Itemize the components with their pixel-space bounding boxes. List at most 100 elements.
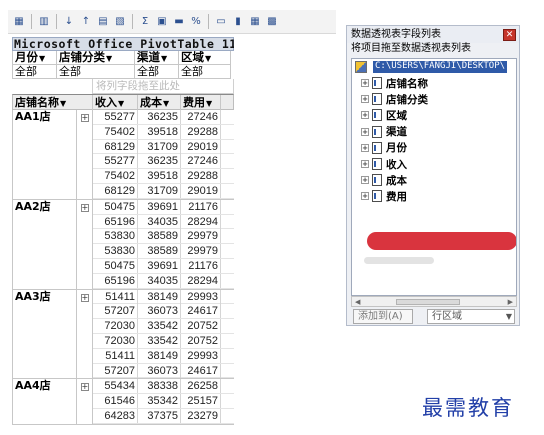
expand-icon[interactable]: + — [361, 79, 369, 87]
chevron-down-icon[interactable]: ▼ — [118, 99, 124, 108]
value-cell[interactable]: 38589 — [138, 229, 181, 244]
chevron-down-icon[interactable]: ▼ — [206, 99, 212, 108]
value-cell[interactable]: 61546 — [93, 394, 138, 409]
value-cell[interactable]: 36073 — [138, 363, 181, 378]
chart-wizard-icon[interactable]: ▥ — [36, 14, 52, 30]
value-cell[interactable]: 38589 — [138, 244, 181, 259]
expand-icon[interactable]: + — [361, 160, 369, 168]
expand-icon[interactable]: + — [80, 383, 89, 392]
value-cell[interactable]: 51411 — [93, 348, 138, 363]
value-cell[interactable]: 29288 — [181, 124, 221, 139]
value-cell[interactable]: 21176 — [181, 199, 221, 214]
refresh-icon[interactable]: Σ — [137, 14, 153, 30]
value-cell[interactable]: 53830 — [93, 244, 138, 259]
row-field-header[interactable]: 店铺名称▼ — [13, 95, 93, 111]
value-cell[interactable]: 57207 — [93, 304, 138, 319]
expand-icon[interactable]: + — [361, 95, 369, 104]
field-item[interactable]: + 区域 — [361, 108, 407, 122]
store-name[interactable]: AA2店 — [13, 199, 77, 289]
horizontal-scrollbar[interactable]: ◀ ▶ — [351, 296, 517, 307]
chevron-down-icon[interactable]: ▼ — [205, 54, 211, 63]
value-cell[interactable]: 20752 — [181, 333, 221, 348]
field-item[interactable]: + 收入 — [361, 157, 407, 171]
table-options-icon[interactable]: ▦ — [247, 14, 263, 30]
value-cell[interactable]: 27246 — [181, 110, 221, 124]
value-cell[interactable]: 36073 — [138, 304, 181, 319]
scroll-right-icon[interactable]: ▶ — [508, 298, 513, 306]
value-cell[interactable]: 38149 — [138, 289, 181, 304]
value-cell[interactable]: 50475 — [93, 199, 138, 214]
value-cell[interactable]: 51411 — [93, 289, 138, 304]
column-field-dropzone[interactable]: 将列字段拖至此处 — [92, 79, 234, 94]
value-cell[interactable]: 29288 — [181, 169, 221, 184]
store-name[interactable]: AA1店 — [13, 110, 77, 199]
data-header-expense[interactable]: 费用▼ — [181, 95, 221, 111]
value-cell[interactable]: 33542 — [138, 319, 181, 334]
expand-icon[interactable]: + — [361, 111, 369, 120]
chevron-down-icon[interactable]: ▼ — [506, 310, 512, 323]
value-cell[interactable]: 27246 — [181, 154, 221, 169]
expand-icon[interactable]: + — [361, 176, 369, 185]
chevron-down-icon[interactable]: ▼ — [106, 54, 112, 63]
value-cell[interactable]: 64283 — [93, 408, 138, 423]
value-cell[interactable]: 75402 — [93, 169, 138, 184]
store-name[interactable]: AA3店 — [13, 289, 77, 379]
value-cell[interactable]: 53830 — [93, 229, 138, 244]
value-cell[interactable]: 39518 — [138, 124, 181, 139]
percent-icon[interactable]: % — [188, 14, 204, 30]
field-item[interactable]: + 费用 — [361, 189, 407, 203]
value-cell[interactable]: 72030 — [93, 333, 138, 348]
data-header-cost[interactable]: 成本▼ — [138, 95, 181, 111]
value-cell[interactable]: 50475 — [93, 258, 138, 273]
chevron-down-icon[interactable]: ▼ — [60, 99, 66, 108]
value-cell[interactable]: 55277 — [93, 154, 138, 169]
value-cell[interactable]: 55434 — [93, 379, 138, 394]
sort-descending-icon[interactable]: ↑ — [78, 14, 94, 30]
value-cell[interactable]: 68129 — [93, 139, 138, 154]
pivot-toolbar-icon[interactable]: ▩ — [264, 14, 280, 30]
value-cell[interactable]: 24617 — [181, 304, 221, 319]
show-fields-icon[interactable]: ▮ — [230, 14, 246, 30]
value-cell[interactable]: 29019 — [181, 183, 221, 198]
value-cell[interactable]: 37375 — [138, 408, 181, 423]
chevron-down-icon[interactable]: ▼ — [163, 99, 169, 108]
expand-icon[interactable]: + — [80, 114, 89, 122]
value-cell[interactable]: 55277 — [93, 110, 138, 124]
expand-icon[interactable]: + — [361, 127, 369, 136]
field-item[interactable]: + 店铺名称 — [361, 76, 428, 90]
store-name[interactable]: AA4店 — [13, 379, 77, 424]
value-cell[interactable]: 75402 — [93, 124, 138, 139]
field-item[interactable]: + 店铺分类 — [361, 92, 428, 106]
value-cell[interactable]: 35342 — [138, 394, 181, 409]
value-cell[interactable]: 57207 — [93, 363, 138, 378]
value-cell[interactable]: 28294 — [181, 214, 221, 229]
value-cell[interactable]: 39691 — [138, 258, 181, 273]
value-cell[interactable]: 24617 — [181, 363, 221, 378]
hide-fields-icon[interactable]: ▭ — [213, 14, 229, 30]
page-field-region[interactable]: 区域▼ — [179, 51, 231, 65]
value-cell[interactable]: 20752 — [181, 319, 221, 334]
format-report-icon[interactable]: ▦ — [11, 14, 27, 30]
page-field-month[interactable]: 月份▼ — [13, 51, 57, 65]
chevron-down-icon[interactable]: ▼ — [161, 54, 167, 63]
value-cell[interactable]: 21176 — [181, 258, 221, 273]
value-cell[interactable]: 65196 — [93, 214, 138, 229]
hide-detail-icon[interactable]: ▤ — [95, 14, 111, 30]
value-cell[interactable]: 29993 — [181, 348, 221, 363]
field-item[interactable]: + 成本 — [361, 173, 407, 187]
value-cell[interactable]: 36235 — [138, 110, 181, 124]
chevron-down-icon[interactable]: ▼ — [39, 54, 45, 63]
page-field-store-category[interactable]: 店铺分类▼ — [57, 51, 135, 65]
sort-ascending-icon[interactable]: ↓ — [61, 14, 77, 30]
value-cell[interactable]: 29979 — [181, 229, 221, 244]
value-cell[interactable]: 39518 — [138, 169, 181, 184]
area-select[interactable]: 行区域 ▼ — [427, 309, 515, 324]
show-detail-icon[interactable]: ▧ — [112, 14, 128, 30]
source-path[interactable]: C:\USERS\FANGJI\DESKTOP\ — [373, 61, 508, 73]
field-item[interactable]: + 月份 — [361, 141, 407, 155]
value-cell[interactable]: 34035 — [138, 273, 181, 288]
value-cell[interactable]: 34035 — [138, 214, 181, 229]
field-settings-icon[interactable]: ▣ — [154, 14, 170, 30]
value-cell[interactable]: 33542 — [138, 333, 181, 348]
field-item[interactable]: + 渠道 — [361, 125, 407, 139]
